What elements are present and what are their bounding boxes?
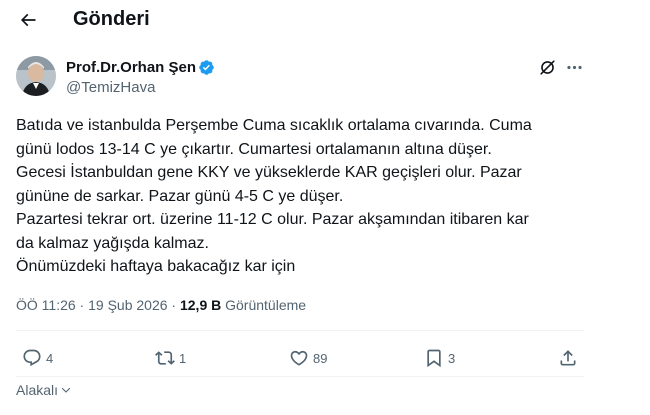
views-label: Görüntüleme (221, 297, 307, 313)
bookmark-button[interactable]: 3 (424, 346, 455, 370)
share-button[interactable] (558, 346, 578, 370)
tweet-text-line: da kalmaz yağışda kalmaz. (16, 234, 209, 252)
back-button[interactable] (14, 6, 42, 34)
more-horizontal-icon (566, 65, 582, 69)
views-count: 12,9 B (179, 297, 222, 313)
action-bar: 4 1 89 3 (0, 342, 650, 374)
tweet-time[interactable]: ÖÖ 11:26 (16, 297, 76, 313)
repost-count: 1 (179, 350, 187, 366)
divider (16, 330, 584, 331)
tweet-text-line: gününe de sarkar. Pazar günü 4-5 C ye dü… (16, 187, 344, 205)
grok-button[interactable] (536, 56, 558, 78)
meta-separator: · (167, 297, 180, 313)
related-label: Alakalı (16, 382, 59, 398)
share-icon (560, 350, 576, 366)
author-handle[interactable]: @TemizHava (66, 79, 155, 97)
reply-button[interactable]: 4 (22, 346, 53, 370)
tweet-meta: ÖÖ 11:26 · 19 Şub 2026 · 12,9 B Görüntül… (16, 296, 306, 314)
tweet-text-line: Pazartesi tekrar ort. üzerine 11-12 C ol… (16, 211, 529, 228)
top-bar: Gönderi (0, 0, 650, 40)
tweet-text-line: Batıda ve istanbulda Perşembe Cuma sıcak… (16, 117, 532, 134)
verified-badge-icon (198, 59, 215, 76)
tweet-date[interactable]: 19 Şub 2026 (88, 297, 167, 313)
reply-count: 4 (46, 350, 54, 366)
chevron-down-icon (61, 387, 71, 393)
arrow-left-icon (20, 13, 36, 27)
meta-separator: · (75, 297, 89, 313)
grok-icon (539, 59, 555, 75)
like-count: 89 (313, 350, 328, 366)
heart-icon (290, 350, 308, 366)
tweet-text-line: Önümüzdeki haftaya bakacağız kar için (16, 258, 296, 275)
related-dropdown[interactable]: Alakalı (16, 382, 72, 398)
repost-icon (155, 351, 175, 365)
avatar[interactable] (16, 56, 56, 96)
author-name[interactable]: Prof.Dr.Orhan Şen (66, 59, 196, 77)
bookmark-icon (427, 349, 441, 368)
tweet-text: Batıda ve istanbulda Perşembe Cuma sıcak… (16, 114, 576, 279)
divider (16, 376, 584, 377)
repost-button[interactable]: 1 (155, 346, 186, 370)
like-button[interactable]: 89 (289, 346, 327, 370)
tweet-text-line: günü lodos 13-14 C ye çıkartır. Cumartes… (16, 140, 492, 158)
bookmark-count: 3 (448, 350, 456, 366)
more-options-button[interactable] (563, 56, 585, 78)
reply-icon (23, 349, 41, 367)
tweet-text-line: Gecesi İstanbuldan gene KKY ve yüksekler… (16, 164, 522, 181)
profile-photo (16, 56, 56, 96)
page-title: Gönderi (73, 8, 150, 30)
